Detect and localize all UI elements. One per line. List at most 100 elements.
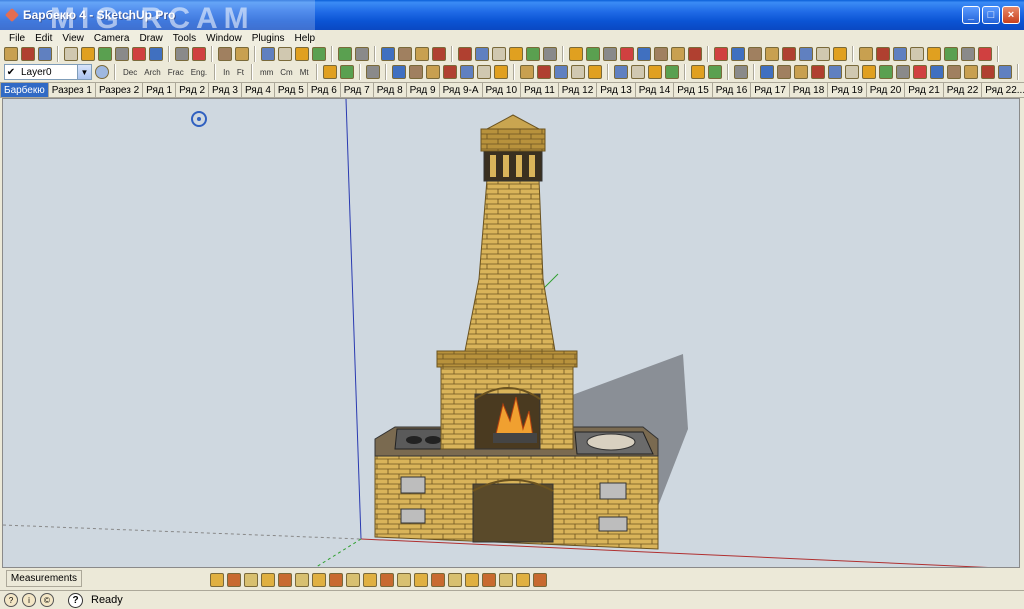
menu-view[interactable]: View [57, 33, 89, 44]
main-tool-icon[interactable] [569, 47, 583, 61]
main-tool-icon[interactable] [278, 47, 292, 61]
scene-tab[interactable]: Барбекю [0, 82, 49, 97]
main-tool-icon[interactable] [338, 47, 352, 61]
units-in-button[interactable]: In [221, 68, 232, 77]
layer-row-icon[interactable] [414, 573, 428, 587]
sec-tool-icon[interactable] [912, 65, 927, 79]
main-tool-icon[interactable] [132, 47, 146, 61]
sec-tool-icon[interactable] [707, 65, 722, 79]
main-tool-icon[interactable] [475, 47, 489, 61]
main-tool-icon[interactable] [654, 47, 668, 61]
main-tool-icon[interactable] [961, 47, 975, 61]
sec-tool-icon[interactable] [459, 65, 474, 79]
main-tool-icon[interactable] [799, 47, 813, 61]
sec-tool-icon[interactable] [365, 65, 380, 79]
main-tool-icon[interactable] [833, 47, 847, 61]
scene-tab[interactable]: Ряд 9 [405, 82, 440, 97]
sec-tool-icon[interactable] [425, 65, 440, 79]
scene-tab[interactable]: Ряд 22... [981, 82, 1024, 97]
sec-tool-icon[interactable] [647, 65, 662, 79]
sec-tool-icon[interactable] [844, 65, 859, 79]
main-tool-icon[interactable] [458, 47, 472, 61]
layer-row-icon[interactable] [261, 573, 275, 587]
sec-tool-icon[interactable] [810, 65, 825, 79]
main-tool-icon[interactable] [38, 47, 52, 61]
main-tool-icon[interactable] [782, 47, 796, 61]
main-tool-icon[interactable] [64, 47, 78, 61]
main-tool-icon[interactable] [432, 47, 446, 61]
menu-draw[interactable]: Draw [134, 33, 167, 44]
main-tool-icon[interactable] [526, 47, 540, 61]
main-tool-icon[interactable] [355, 47, 369, 61]
main-tool-icon[interactable] [731, 47, 745, 61]
main-tool-icon[interactable] [218, 47, 232, 61]
sec-tool-icon[interactable] [827, 65, 842, 79]
sec-tool-icon[interactable] [519, 65, 534, 79]
sec-tool-icon[interactable] [322, 65, 337, 79]
scene-tab[interactable]: Разрез 1 [47, 82, 96, 97]
main-tool-icon[interactable] [509, 47, 523, 61]
scene-tab[interactable]: Ряд 22 [942, 82, 983, 97]
main-tool-icon[interactable] [21, 47, 35, 61]
units-mt-button[interactable]: Mt [298, 68, 311, 77]
layer-row-icon[interactable] [244, 573, 258, 587]
layer-row-icon[interactable] [431, 573, 445, 587]
sec-tool-icon[interactable] [690, 65, 705, 79]
main-tool-icon[interactable] [816, 47, 830, 61]
units-eng-button[interactable]: Eng. [189, 68, 209, 77]
main-tool-icon[interactable] [312, 47, 326, 61]
sec-tool-icon[interactable] [391, 65, 406, 79]
main-tool-icon[interactable] [927, 47, 941, 61]
model-viewport[interactable] [2, 98, 1020, 568]
scene-tab[interactable]: Ряд 13 [596, 82, 636, 97]
sec-tool-icon[interactable] [895, 65, 910, 79]
layer-row-icon[interactable] [533, 573, 547, 587]
units-arch-button[interactable]: Arch [142, 68, 162, 77]
main-tool-icon[interactable] [261, 47, 275, 61]
scene-tab[interactable]: Ряд 14 [634, 82, 675, 97]
scene-tab[interactable]: Ряд 10 [481, 82, 522, 97]
units-cm-button[interactable]: Cm [278, 68, 294, 77]
layer-row-icon[interactable] [499, 573, 513, 587]
main-tool-icon[interactable] [910, 47, 924, 61]
scene-tab[interactable]: Ряд 9-А [438, 82, 483, 97]
units-dec-button[interactable]: Dec [121, 68, 139, 77]
main-tool-icon[interactable] [671, 47, 685, 61]
layer-row-icon[interactable] [227, 573, 241, 587]
menu-help[interactable]: Help [290, 33, 321, 44]
menu-camera[interactable]: Camera [89, 33, 135, 44]
menu-tools[interactable]: Tools [168, 33, 201, 44]
layer-row-icon[interactable] [312, 573, 326, 587]
sec-tool-icon[interactable] [997, 65, 1012, 79]
scene-tab[interactable]: Ряд 6 [306, 82, 341, 97]
sec-tool-icon[interactable] [980, 65, 995, 79]
layer-row-icon[interactable] [363, 573, 377, 587]
scene-tab[interactable]: Ряд 2 [175, 82, 210, 97]
main-tool-icon[interactable] [175, 47, 189, 61]
main-tool-icon[interactable] [978, 47, 992, 61]
main-tool-icon[interactable] [398, 47, 412, 61]
user-icon[interactable]: © [40, 593, 54, 607]
minimize-button[interactable]: _ [962, 6, 980, 24]
sec-tool-icon[interactable] [793, 65, 808, 79]
layer-row-icon[interactable] [397, 573, 411, 587]
main-tool-icon[interactable] [714, 47, 728, 61]
main-tool-icon[interactable] [192, 47, 206, 61]
scene-tab[interactable]: Ряд 21 [904, 82, 944, 97]
sec-tool-icon[interactable] [442, 65, 457, 79]
menu-plugins[interactable]: Plugins [247, 33, 290, 44]
scene-tab[interactable]: Ряд 3 [208, 82, 242, 97]
main-tool-icon[interactable] [149, 47, 163, 61]
sec-tool-icon[interactable] [733, 65, 748, 79]
main-tool-icon[interactable] [235, 47, 249, 61]
main-tool-icon[interactable] [893, 47, 907, 61]
sec-tool-icon[interactable] [493, 65, 508, 79]
menu-window[interactable]: Window [201, 33, 247, 44]
units-mm-button[interactable]: mm [258, 68, 275, 77]
sec-tool-icon[interactable] [929, 65, 944, 79]
layer-row-icon[interactable] [329, 573, 343, 587]
maximize-button[interactable]: □ [982, 6, 1000, 24]
units-frac-button[interactable]: Frac [166, 68, 186, 77]
measurements-box[interactable]: Measurements [6, 570, 82, 587]
main-tool-icon[interactable] [637, 47, 651, 61]
